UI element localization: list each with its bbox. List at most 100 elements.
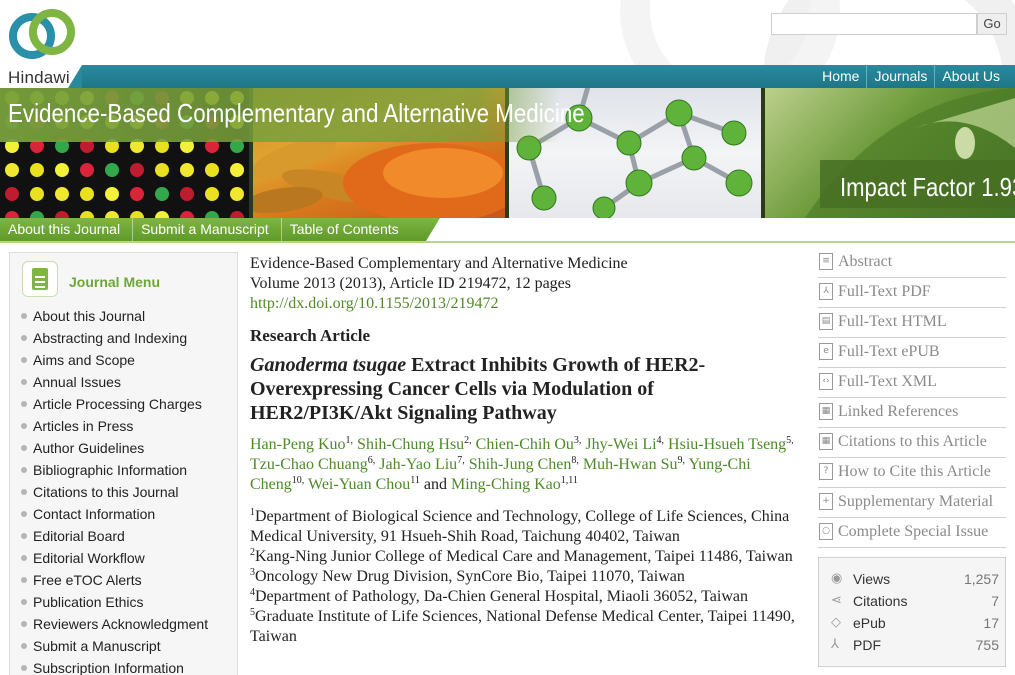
banner-dot: [205, 187, 219, 201]
link-full-text-html[interactable]: ▤ Full-Text HTML: [818, 308, 1006, 338]
journal-name: Evidence-Based Complementary and Alterna…: [250, 255, 628, 272]
menu-item-etoc-alerts[interactable]: Free eTOC Alerts: [10, 569, 239, 591]
banner-dot: [230, 187, 244, 201]
menu-item-editorial-workflow[interactable]: Editorial Workflow: [10, 547, 239, 569]
link-full-text-xml[interactable]: ‹› Full-Text XML: [818, 368, 1006, 398]
banner-dot: [5, 187, 19, 201]
volume-line: Volume 2013 (2013), Article ID 219472, 1…: [250, 275, 571, 292]
pdf-icon: ⅄: [819, 283, 833, 300]
author-link[interactable]: Shih-Chung Hsu: [357, 436, 464, 453]
link-full-text-epub[interactable]: e Full-Text ePUB: [818, 338, 1006, 368]
menu-item-aims[interactable]: Aims and Scope: [10, 349, 239, 371]
link-linked-references[interactable]: ▦ Linked References: [818, 398, 1006, 428]
banner-dot: [105, 187, 119, 201]
banner-dot: [55, 163, 69, 177]
author-affiliation-ref: 9,: [677, 455, 686, 466]
banner-dot: [205, 211, 219, 218]
menu-item-citations[interactable]: Citations to this Journal: [10, 481, 239, 503]
author-list: Han-Peng Kuo1, Shih-Chung Hsu2, Chien-Ch…: [250, 435, 794, 494]
menu-item-articles-in-press[interactable]: Articles in Press: [10, 415, 239, 437]
journal-menu-icon: [22, 261, 58, 297]
author-link[interactable]: Shih-Jung Chen: [469, 456, 572, 473]
menu-item-author-guidelines[interactable]: Author Guidelines: [10, 437, 239, 459]
affiliation: 1Department of Biological Science and Te…: [250, 507, 790, 546]
author-link[interactable]: Han-Peng Kuo: [250, 436, 346, 453]
banner-dot: [180, 163, 194, 177]
link-supplementary[interactable]: + Supplementary Material: [818, 488, 1006, 518]
banner-dot: [5, 163, 19, 177]
menu-item-annual-issues[interactable]: Annual Issues: [10, 371, 239, 393]
menu-item-reviewers[interactable]: Reviewers Acknowledgment: [10, 613, 239, 635]
menu-item-subscription[interactable]: Subscription Information: [10, 657, 239, 675]
affiliation-list: 1Department of Biological Science and Te…: [250, 507, 800, 647]
article-stats: ◉ Views 1,257 ⋖ Citations 7 ◇ ePub 17 ⅄ …: [818, 557, 1006, 667]
banner-dot: [180, 211, 194, 218]
article-type: Research Article: [250, 326, 371, 345]
banner-dot: [155, 187, 169, 201]
circle-icon: ○: [819, 523, 833, 540]
nav-home[interactable]: Home: [815, 65, 866, 88]
impact-factor: Impact Factor 1.931: [840, 172, 1015, 202]
author-link[interactable]: Tzu-Chao Chuang: [250, 456, 368, 473]
author-affiliation-ref: 7,: [457, 455, 465, 466]
banner-dot: [105, 163, 119, 177]
nav-journals[interactable]: Journals: [866, 65, 934, 88]
doi-link[interactable]: http://dx.doi.org/10.1155/2013/219472: [250, 294, 800, 314]
xml-icon: ‹›: [819, 373, 833, 390]
citations-icon: ▦: [819, 433, 833, 450]
journal-menu-list: About this Journal Abstracting and Index…: [10, 305, 239, 675]
search-go-button[interactable]: Go: [977, 13, 1007, 35]
banner-dot: [5, 211, 19, 218]
author-affiliation-ref: 1,: [345, 435, 354, 446]
subnav-about-journal[interactable]: About this Journal: [0, 218, 134, 241]
author-link[interactable]: Chien-Chih Ou: [476, 436, 574, 453]
top-nav: Home Journals About Us: [815, 65, 1007, 88]
subnav-submit-manuscript[interactable]: Submit a Manuscript: [133, 218, 282, 241]
author-affiliation-ref: 1,11: [560, 475, 578, 486]
affiliation: 5Graduate Institute of Life Sciences, Na…: [250, 607, 795, 646]
share-icon: ⋖: [831, 593, 842, 608]
link-special-issue[interactable]: ○ Complete Special Issue: [818, 518, 1006, 548]
menu-item-submit[interactable]: Submit a Manuscript: [10, 635, 239, 657]
author-affiliation-ref: 6,: [367, 455, 376, 466]
link-full-text-pdf[interactable]: ⅄ Full-Text PDF: [818, 278, 1006, 308]
author-link[interactable]: Wei-Yuan Chou: [308, 476, 410, 493]
link-how-to-cite[interactable]: ? How to Cite this Article: [818, 458, 1006, 488]
banner-dot: [130, 211, 144, 218]
menu-item-about[interactable]: About this Journal: [10, 305, 239, 327]
author-link[interactable]: Hsiu-Hsueh Tseng: [668, 436, 786, 453]
search-input[interactable]: [771, 13, 977, 35]
menu-item-abstracting[interactable]: Abstracting and Indexing: [10, 327, 239, 349]
journal-menu-title: Journal Menu: [69, 274, 161, 290]
subnav-table-of-contents[interactable]: Table of Contents: [282, 218, 411, 241]
journal-title[interactable]: Evidence-Based Complementary and Alterna…: [8, 98, 585, 129]
banner-dot: [30, 163, 44, 177]
author-affiliation-ref: 3,: [573, 435, 582, 446]
journal-banner: Evidence-Based Complementary and Alterna…: [0, 88, 1015, 218]
stat-views: ◉ Views 1,257: [831, 571, 999, 587]
menu-item-editorial-board[interactable]: Editorial Board: [10, 525, 239, 547]
journal-menu: Journal Menu About this Journal Abstract…: [9, 252, 238, 675]
link-abstract[interactable]: ≡ Abstract: [818, 248, 1006, 278]
author-affiliation-ref: 5,: [786, 435, 794, 446]
banner-dot: [130, 163, 144, 177]
author-affiliation-ref: 11: [410, 475, 420, 486]
author-affiliation-ref: 2,: [464, 435, 472, 446]
banner-dot: [180, 187, 194, 201]
menu-item-contact[interactable]: Contact Information: [10, 503, 239, 525]
author-link[interactable]: Ming-Ching Kao: [451, 476, 561, 493]
stat-citations: ⋖ Citations 7: [831, 593, 999, 609]
menu-item-processing-charges[interactable]: Article Processing Charges: [10, 393, 239, 415]
article-title: Ganoderma tsugae Extract Inhibits Growth…: [250, 353, 800, 425]
menu-item-bibliographic[interactable]: Bibliographic Information: [10, 459, 239, 481]
author-link[interactable]: Jhy-Wei Li: [585, 436, 656, 453]
nav-about-us[interactable]: About Us: [934, 65, 1007, 88]
menu-item-publication-ethics[interactable]: Publication Ethics: [10, 591, 239, 613]
question-icon: ?: [819, 463, 833, 480]
epub-icon: e: [819, 343, 833, 360]
banner-dot: [105, 211, 119, 218]
author-link[interactable]: Jah-Yao Liu: [379, 456, 457, 473]
author-link[interactable]: Muh-Hwan Su: [583, 456, 678, 473]
tag-icon: ◇: [831, 615, 841, 630]
link-citations[interactable]: ▦ Citations to this Article: [818, 428, 1006, 458]
